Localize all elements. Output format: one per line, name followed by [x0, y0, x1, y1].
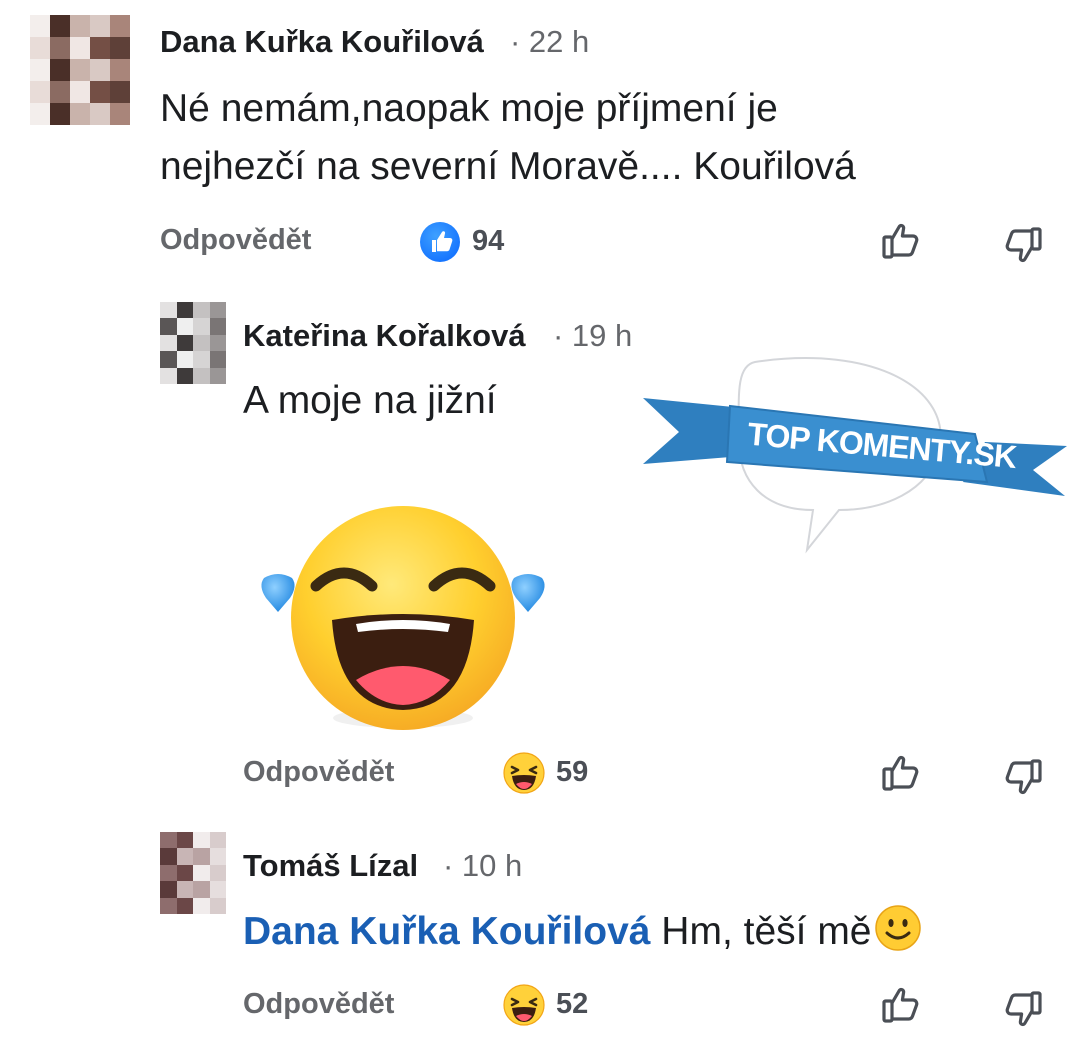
avatar-pixel — [160, 864, 177, 882]
avatar-pixel — [193, 881, 210, 898]
avatar-pixel — [209, 351, 226, 368]
avatar-pixel — [160, 897, 177, 914]
avatar-pixel — [50, 37, 70, 59]
thumbs-up-icon[interactable] — [880, 218, 924, 262]
avatar-pixel — [30, 59, 50, 81]
avatar-pixel — [50, 81, 70, 103]
avatar-pixel — [50, 15, 70, 37]
avatar-pixel — [90, 59, 110, 81]
avatar-pixel — [209, 832, 226, 849]
avatar-pixel — [70, 59, 90, 81]
avatar-pixel — [209, 302, 226, 319]
mention-link[interactable]: Dana Kuřka Kouřilová — [243, 910, 650, 953]
comment-author[interactable]: Tomáš Lízal — [243, 848, 418, 884]
thumbs-down-icon[interactable] — [1000, 756, 1044, 800]
avatar-pixel — [110, 81, 130, 103]
thumbs-down-icon[interactable] — [1000, 988, 1044, 1032]
avatar-pixel — [110, 15, 130, 37]
avatar-pixel — [70, 15, 90, 37]
avatar-pixel — [70, 103, 90, 125]
avatar-pixel — [90, 103, 110, 125]
comment-text-content: Hm, těší mě — [661, 910, 872, 953]
avatar-pixel — [30, 37, 50, 59]
avatar-pixel — [110, 37, 130, 59]
avatar-pixel — [193, 864, 210, 882]
avatar-pixel — [160, 334, 177, 352]
comment-timestamp[interactable]: · 10 h — [443, 848, 522, 884]
reaction-count[interactable]: 59 — [556, 756, 588, 789]
comment-text: A moje na jižní — [243, 379, 497, 422]
avatar-pixel — [209, 864, 226, 882]
avatar-pixel — [30, 81, 50, 103]
avatar-pixel — [110, 103, 130, 125]
avatar-pixel — [176, 334, 193, 352]
thumbs-down-icon[interactable] — [1000, 224, 1044, 268]
avatar-pixel — [176, 881, 193, 898]
avatar-pixel — [176, 302, 193, 319]
reply-button[interactable]: Odpovědět — [243, 756, 394, 789]
comment-author[interactable]: Kateřina Kořalková — [243, 318, 526, 354]
avatar[interactable] — [160, 832, 226, 914]
comment-text: Dana Kuřka Kouřilová Hm, těší mě — [243, 904, 922, 959]
avatar-pixel — [110, 59, 130, 81]
avatar-pixel — [176, 848, 193, 865]
avatar-pixel — [30, 103, 50, 125]
thumbs-up-icon[interactable] — [880, 982, 924, 1026]
avatar-pixel — [160, 351, 177, 368]
reply-button[interactable]: Odpovědět — [160, 224, 311, 257]
avatar-pixel — [209, 848, 226, 865]
comment-timestamp[interactable]: · 22 h — [510, 24, 589, 60]
avatar-pixel — [176, 897, 193, 914]
avatar-pixel — [160, 367, 177, 384]
comment-timestamp[interactable]: · 19 h — [553, 318, 632, 354]
like-icon — [420, 222, 460, 262]
avatar-pixel — [160, 848, 177, 865]
avatar-pixel — [209, 318, 226, 335]
avatar-pixel — [70, 37, 90, 59]
avatar-pixel — [160, 302, 177, 319]
avatar-pixel — [176, 832, 193, 849]
thumbs-up-icon[interactable] — [880, 750, 924, 794]
comment-text-line: nejhezčí na severní Moravě.... Kouřilová — [160, 145, 856, 188]
haha-icon — [503, 752, 545, 794]
avatar-pixel — [193, 351, 210, 368]
avatar-pixel — [209, 367, 226, 384]
avatar-pixel — [176, 318, 193, 335]
avatar-pixel — [193, 832, 210, 849]
avatar[interactable] — [30, 15, 130, 125]
reply-button[interactable]: Odpovědět — [243, 988, 394, 1021]
avatar-pixel — [160, 318, 177, 335]
avatar-pixel — [193, 334, 210, 352]
avatar-pixel — [193, 302, 210, 319]
reaction-count[interactable]: 52 — [556, 988, 588, 1021]
avatar-pixel — [50, 59, 70, 81]
haha-icon — [503, 984, 545, 1026]
avatar-pixel — [90, 15, 110, 37]
avatar-pixel — [90, 37, 110, 59]
comment-author[interactable]: Dana Kuřka Kouřilová — [160, 24, 484, 60]
avatar-pixel — [193, 897, 210, 914]
avatar-pixel — [176, 351, 193, 368]
avatar-pixel — [209, 881, 226, 898]
avatar-pixel — [176, 367, 193, 384]
reaction-count[interactable]: 94 — [472, 225, 504, 258]
smiling-face-emoji — [875, 905, 922, 951]
laughing-tears-emoji — [261, 506, 545, 730]
avatar-pixel — [193, 367, 210, 384]
avatar[interactable] — [160, 302, 226, 384]
avatar-pixel — [50, 103, 70, 125]
avatar-pixel — [70, 81, 90, 103]
avatar-pixel — [160, 832, 177, 849]
avatar-pixel — [160, 881, 177, 898]
avatar-pixel — [193, 848, 210, 865]
avatar-pixel — [176, 864, 193, 882]
watermark-logo: TOP KOMENTY.SK — [643, 357, 1067, 554]
comment-text-line: Né nemám,naopak moje příjmení je — [160, 87, 778, 130]
avatar-pixel — [209, 334, 226, 352]
avatar-pixel — [193, 318, 210, 335]
avatar-pixel — [90, 81, 110, 103]
avatar-pixel — [30, 15, 50, 37]
avatar-pixel — [209, 897, 226, 914]
